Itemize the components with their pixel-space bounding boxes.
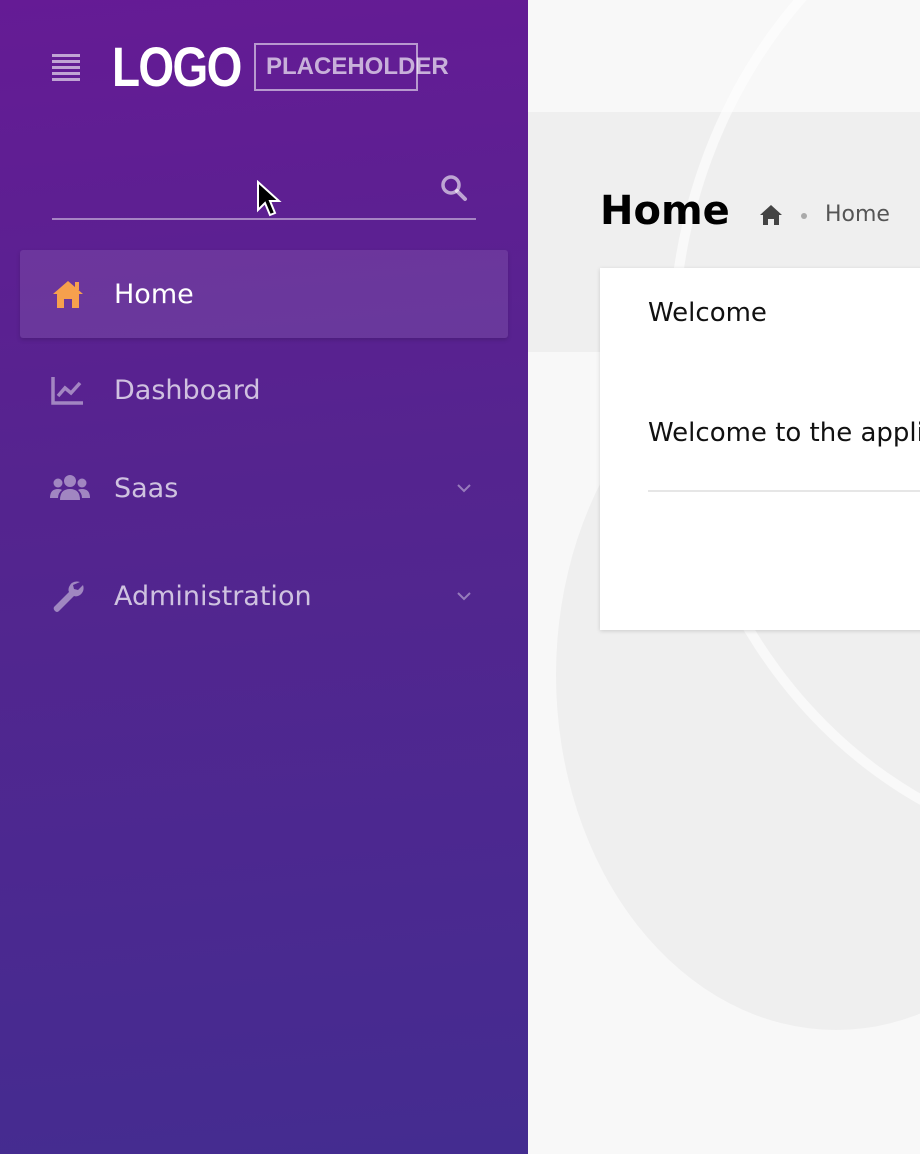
wrench-icon — [53, 581, 84, 612]
chevron-down-icon — [457, 484, 471, 493]
main-content: Home Home Welcome Welcome to the applica… — [528, 0, 920, 1154]
breadcrumb-separator — [801, 213, 807, 219]
home-icon — [53, 281, 83, 308]
sidebar-item-dashboard[interactable]: Dashboard — [20, 346, 508, 434]
users-icon — [50, 475, 90, 500]
divider — [648, 490, 920, 492]
logo-placeholder-text: PLACEHOLDER — [254, 43, 449, 91]
card-body: Welcome to the application! — [648, 418, 920, 448]
search-input[interactable] — [52, 168, 436, 218]
sidebar: LOGO PLACEHOLDER Home Dashboard Saas Adm… — [0, 0, 528, 1154]
sidebar-item-home[interactable]: Home — [20, 250, 508, 338]
breadcrumb-item[interactable]: Home — [825, 202, 890, 227]
logo: LOGO PLACEHOLDER — [112, 35, 449, 98]
sidebar-item-label: Saas — [114, 472, 179, 504]
sidebar-item-saas[interactable]: Saas — [20, 444, 508, 532]
welcome-card: Welcome Welcome to the application! — [600, 268, 920, 630]
sidebar-item-administration[interactable]: Administration — [20, 552, 508, 640]
mouse-cursor-icon — [257, 180, 282, 217]
search-icon[interactable] — [440, 174, 468, 202]
home-icon[interactable] — [758, 202, 784, 228]
sidebar-item-label: Home — [114, 278, 194, 310]
page-title: Home — [600, 188, 730, 234]
sidebar-item-label: Dashboard — [114, 374, 261, 406]
chevron-down-icon — [457, 592, 471, 601]
menu-icon[interactable] — [52, 54, 80, 81]
sidebar-item-label: Administration — [114, 580, 312, 612]
chart-line-icon — [51, 377, 83, 405]
card-title: Welcome — [648, 298, 767, 328]
logo-text: LOGO — [112, 35, 242, 98]
